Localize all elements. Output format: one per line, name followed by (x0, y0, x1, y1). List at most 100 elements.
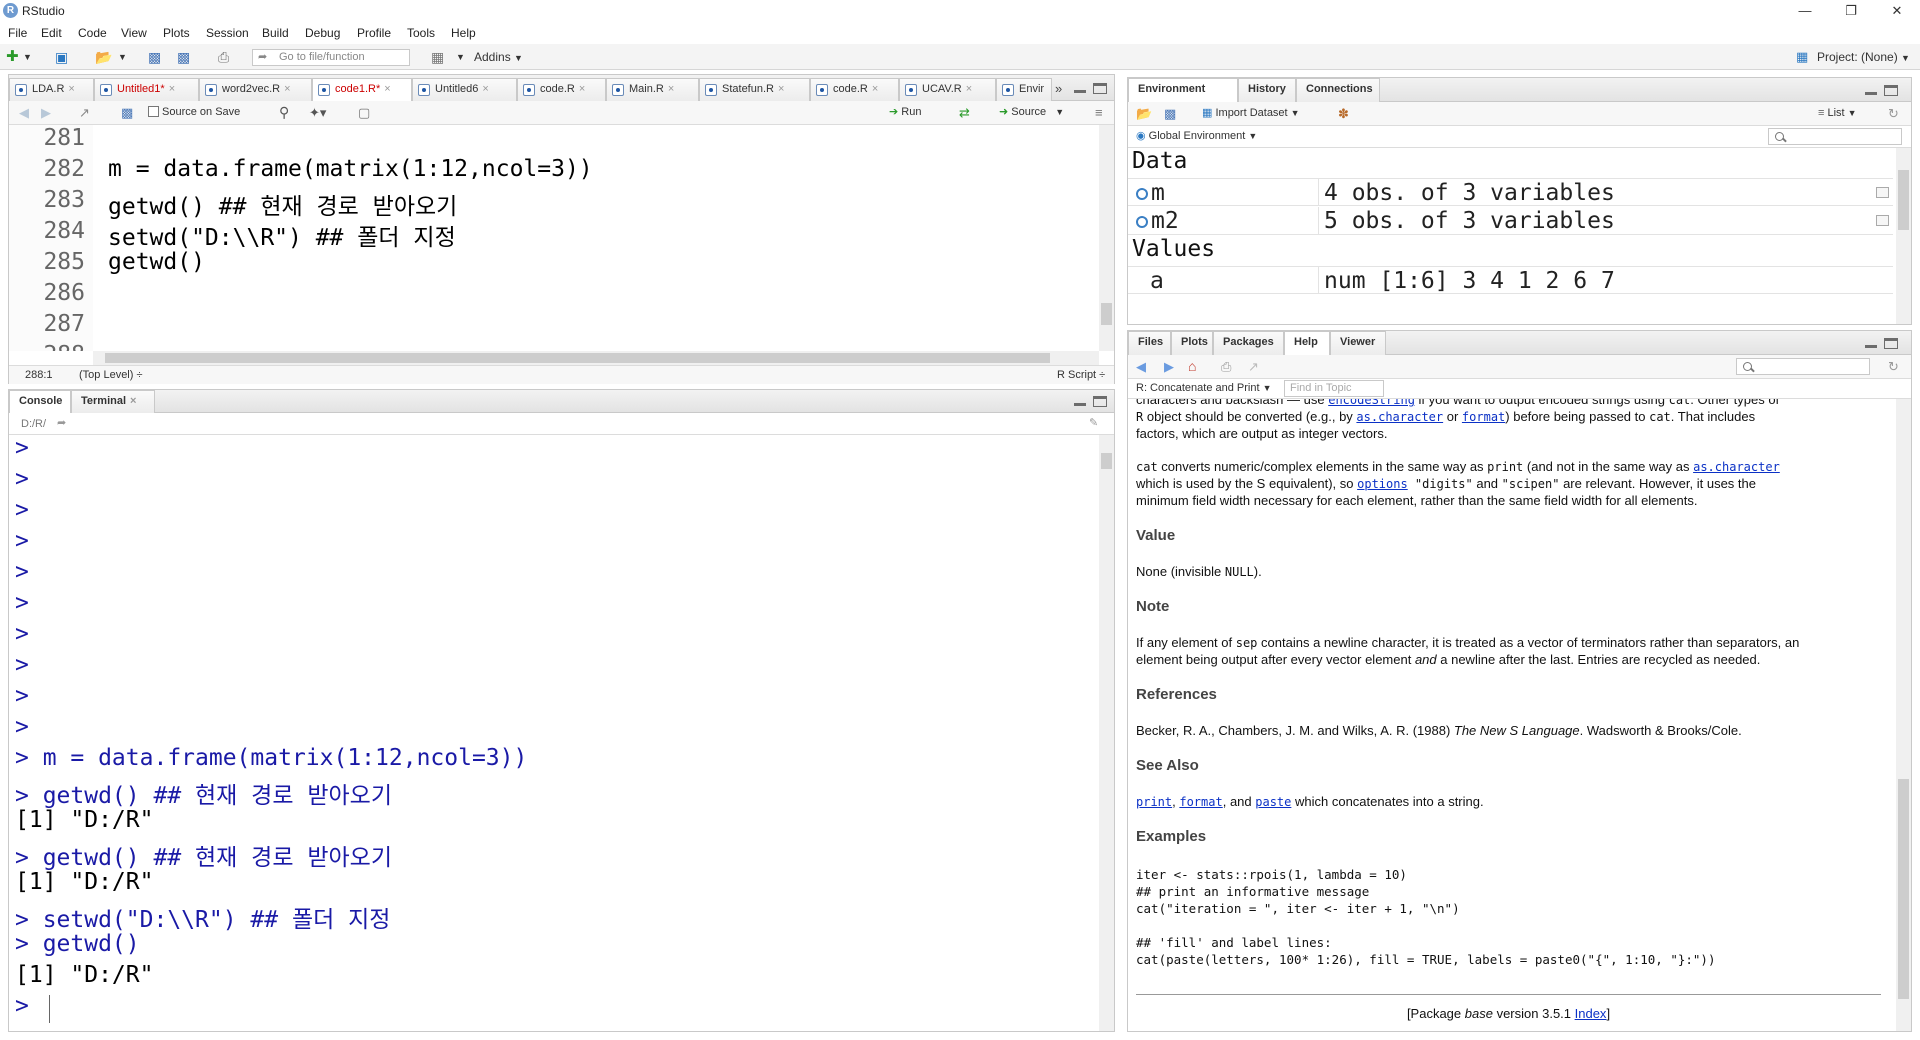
minimize-pane-icon[interactable] (1864, 85, 1878, 96)
editor-save-icon[interactable]: ▩ (121, 104, 133, 121)
view-data-icon[interactable] (1876, 215, 1889, 226)
maximize-pane-icon[interactable] (1884, 338, 1898, 349)
tab-help[interactable]: Help (1284, 331, 1330, 355)
help-scrollbar[interactable] (1896, 399, 1911, 1031)
tab-word2vec-r[interactable]: word2vec.R × (199, 78, 312, 101)
tab-code-r[interactable]: code.R × (517, 78, 606, 101)
open-file-icon[interactable]: 📂 (95, 48, 112, 66)
menu-file[interactable]: File (8, 26, 27, 40)
expand-icon[interactable] (1136, 215, 1148, 228)
menu-build[interactable]: Build (262, 26, 289, 40)
tab-untitled1[interactable]: Untitled1* × (94, 78, 199, 101)
minimize-pane-icon[interactable] (1864, 338, 1878, 349)
source-button[interactable]: ➜ Source ▼ (999, 104, 1064, 121)
env-row-a[interactable]: a num [1:6] 3 4 1 2 6 7 (1128, 266, 1893, 294)
env-row-m2[interactable]: m2 5 obs. of 3 variables (1128, 207, 1893, 235)
menu-debug[interactable]: Debug (305, 26, 340, 40)
forward-arrow-icon[interactable]: ▶ (41, 104, 51, 121)
tab-packages[interactable]: Packages (1213, 331, 1284, 355)
print-icon[interactable]: ⎙ (218, 48, 229, 66)
menu-help[interactable]: Help (451, 26, 476, 40)
close-tab-icon[interactable]: × (778, 83, 784, 95)
menu-code[interactable]: Code (78, 26, 107, 40)
tab-viewer[interactable]: Viewer (1330, 331, 1386, 355)
new-file-dropdown-icon[interactable]: ▼ (23, 48, 32, 66)
document-outline-icon[interactable]: ≡ (1095, 104, 1103, 121)
find-replace-icon[interactable]: ⚲ (279, 104, 289, 121)
help-back-icon[interactable]: ◀ (1136, 358, 1146, 375)
save-all-icon[interactable]: ▩ (177, 48, 190, 66)
menu-edit[interactable]: Edit (41, 26, 62, 40)
scope-selector[interactable]: (Top Level) ÷ (79, 367, 143, 384)
tab-files[interactable]: Files (1128, 331, 1171, 355)
tab-lda-r[interactable]: LDA.R × (9, 78, 94, 101)
new-project-icon[interactable]: ▣ (55, 48, 68, 66)
environment-search-input[interactable] (1768, 128, 1902, 145)
close-tab-icon[interactable]: × (482, 83, 488, 95)
more-tabs-icon[interactable]: » (1055, 81, 1062, 96)
close-tab-icon[interactable]: × (579, 83, 585, 95)
help-popout-icon[interactable]: ↗ (1248, 358, 1259, 375)
tab-terminal[interactable]: Terminal × (71, 390, 155, 413)
console-vertical-scrollbar[interactable] (1099, 435, 1114, 1031)
environment-scrollbar[interactable] (1896, 148, 1911, 324)
close-tab-icon[interactable]: × (68, 83, 74, 95)
open-recent-dropdown-icon[interactable]: ▼ (118, 48, 127, 66)
source-on-save-checkbox[interactable]: Source on Save (148, 104, 240, 121)
scroll-thumb[interactable] (1101, 303, 1112, 325)
menu-tools[interactable]: Tools (407, 26, 435, 40)
view-mode-selector[interactable]: ≡ List ▼ (1818, 105, 1857, 122)
back-arrow-icon[interactable]: ◀ (19, 104, 29, 121)
tab-environment-pane[interactable]: Environment (1128, 78, 1238, 102)
scroll-thumb[interactable] (1898, 170, 1909, 230)
topic-dropdown[interactable]: R: Concatenate and Print ▼ (1136, 380, 1272, 397)
tab-code-r-2[interactable]: code.R × (810, 78, 899, 101)
tab-ucav-r[interactable]: UCAV.R × (899, 78, 996, 101)
scope-dropdown[interactable]: ◉ Global Environment ▼ (1136, 128, 1257, 145)
view-data-icon[interactable] (1876, 187, 1889, 198)
tab-plots[interactable]: Plots (1171, 331, 1213, 355)
scroll-thumb[interactable] (1101, 453, 1112, 469)
clear-console-icon[interactable]: ✎ (1089, 415, 1098, 432)
load-workspace-icon[interactable]: 📂 (1136, 105, 1152, 122)
new-file-icon[interactable]: ✚ (6, 48, 19, 66)
find-in-topic-input[interactable]: Find in Topic (1284, 380, 1384, 397)
help-search-input[interactable] (1736, 358, 1870, 375)
go-to-file-input[interactable]: Go to file/function (252, 49, 410, 66)
project-menu[interactable]: Project: (None) ▼ (1817, 48, 1910, 66)
tab-code1-r[interactable]: code1.R* × (312, 78, 412, 102)
close-tab-icon[interactable]: × (668, 83, 674, 95)
env-row-m[interactable]: m 4 obs. of 3 variables (1128, 178, 1893, 206)
close-tab-icon[interactable]: × (872, 83, 878, 95)
maximize-pane-icon[interactable] (1093, 396, 1107, 407)
help-home-icon[interactable]: ⌂ (1188, 358, 1196, 375)
clear-workspace-broom-icon[interactable]: ✽ (1338, 105, 1349, 122)
tab-environment[interactable]: Envir (996, 78, 1052, 101)
minimize-pane-icon[interactable] (1073, 83, 1087, 94)
compile-report-icon[interactable]: ▢ (358, 104, 370, 121)
help-print-icon[interactable]: ⎙ (1221, 358, 1231, 375)
maximize-pane-icon[interactable] (1884, 85, 1898, 96)
restore-window-button[interactable]: ❐ (1828, 0, 1874, 22)
code-editor[interactable]: 281 282 283 284 285 286 287 288 m = data… (9, 125, 1099, 351)
close-tab-icon[interactable]: × (130, 395, 136, 407)
save-workspace-icon[interactable]: ▩ (1164, 105, 1176, 122)
file-type-selector[interactable]: R Script ÷ (1057, 367, 1105, 384)
index-link[interactable]: Index (1575, 1006, 1607, 1021)
tab-connections[interactable]: Connections (1296, 78, 1380, 102)
tab-untitled6[interactable]: Untitled6 × (412, 78, 517, 101)
close-tab-icon[interactable]: × (284, 83, 290, 95)
menu-session[interactable]: Session (206, 26, 249, 40)
addins-menu[interactable]: Addins ▼ (474, 48, 523, 66)
run-button[interactable]: ➔ Run (889, 104, 921, 121)
tab-main-r[interactable]: Main.R × (606, 78, 699, 101)
menu-plots[interactable]: Plots (163, 26, 190, 40)
scroll-thumb[interactable] (1898, 779, 1909, 999)
help-refresh-icon[interactable]: ↻ (1888, 358, 1899, 375)
go-to-directory-icon[interactable]: ➦ (57, 415, 66, 432)
close-tab-icon[interactable]: × (966, 83, 972, 95)
menu-profile[interactable]: Profile (357, 26, 391, 40)
maximize-pane-icon[interactable] (1093, 83, 1107, 94)
tab-console[interactable]: Console (9, 390, 71, 413)
console-output[interactable]: > > > > > > > > > > > m = data.frame(mat… (9, 435, 1098, 1031)
